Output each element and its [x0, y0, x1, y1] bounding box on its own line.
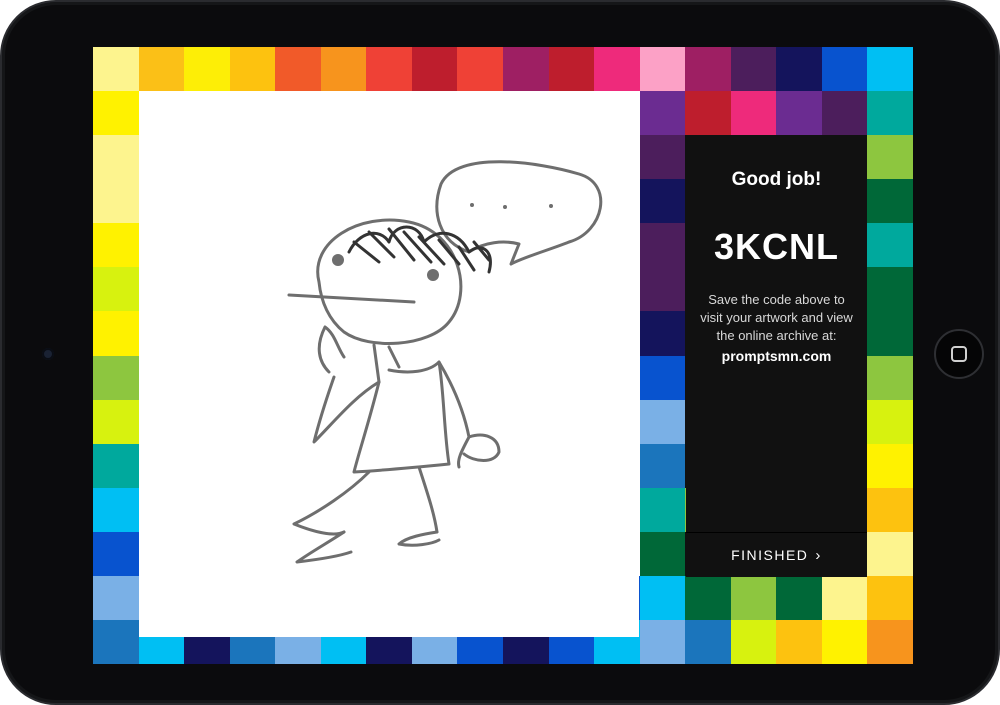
mosaic-tile: [639, 223, 686, 268]
mosaic-tile: [93, 179, 140, 224]
mosaic-tile: [639, 399, 686, 445]
result-panel: Good job! 3KCNL Save the code above to v…: [686, 136, 867, 532]
mosaic-tile: [867, 443, 913, 489]
mosaic-tile: [93, 487, 140, 533]
tablet-frame: Good job! 3KCNL Save the code above to v…: [0, 0, 1000, 705]
mosaic-tile: [867, 179, 913, 224]
mosaic-tile: [320, 47, 367, 92]
finished-label: FINISHED: [731, 547, 809, 563]
home-button-icon[interactable]: [934, 329, 984, 379]
mosaic-tile: [867, 355, 913, 401]
mosaic-tile: [639, 47, 686, 92]
mosaic-tile: [867, 311, 913, 356]
mosaic-tile: [639, 575, 686, 621]
mosaic-tile: [93, 47, 140, 92]
mosaic-tile: [93, 91, 140, 136]
mosaic-tile: [93, 619, 140, 664]
mosaic-tile: [639, 267, 686, 312]
mosaic-tile: [776, 575, 823, 621]
drawing-canvas[interactable]: [139, 92, 639, 637]
mosaic-tile: [867, 619, 913, 664]
mosaic-tile: [685, 47, 732, 92]
mosaic-tile: [639, 91, 686, 136]
mosaic-tile: [594, 47, 641, 92]
mosaic-tile: [867, 575, 913, 621]
mosaic-tile: [821, 619, 868, 664]
mosaic-tile: [275, 47, 322, 92]
app-screen: Good job! 3KCNL Save the code above to v…: [93, 47, 913, 664]
home-square-icon: [951, 346, 967, 362]
mosaic-tile: [411, 47, 458, 92]
mosaic-tile: [93, 443, 140, 489]
mosaic-tile: [867, 223, 913, 268]
mosaic-tile: [867, 47, 913, 92]
mosaic-tile: [639, 531, 686, 577]
mosaic-tile: [184, 47, 231, 92]
mosaic-tile: [821, 575, 868, 621]
mosaic-tile: [685, 575, 732, 621]
mosaic-tile: [776, 91, 823, 136]
mosaic-tile: [93, 575, 140, 621]
mosaic-tile: [685, 91, 732, 136]
mosaic-tile: [867, 531, 913, 577]
mosaic-tile: [821, 47, 868, 92]
mosaic-tile: [548, 47, 595, 92]
mosaic-tile: [639, 443, 686, 489]
mosaic-tile: [229, 47, 276, 92]
finished-button[interactable]: FINISHED ›: [686, 532, 867, 577]
mosaic-tile: [93, 355, 140, 401]
mosaic-tile: [776, 619, 823, 664]
mosaic-tile: [730, 91, 777, 136]
mosaic-tile: [639, 311, 686, 356]
archive-site-link[interactable]: promptsmn.com: [686, 348, 867, 364]
mosaic-tile: [93, 267, 140, 312]
mosaic-tile: [867, 399, 913, 445]
panel-title: Good job!: [731, 169, 822, 190]
mosaic-tile: [457, 47, 504, 92]
save-code-message: Save the code above to visit your artwor…: [700, 292, 853, 343]
mosaic-tile: [93, 135, 140, 180]
mosaic-tile: [639, 179, 686, 224]
mosaic-tile: [639, 487, 686, 533]
mosaic-tile: [730, 619, 777, 664]
mosaic-tile: [366, 47, 413, 92]
mosaic-tile: [730, 575, 777, 621]
chevron-right-icon: ›: [815, 546, 822, 564]
artwork-code: 3KCNL: [713, 226, 839, 267]
mosaic-tile: [93, 311, 140, 356]
mosaic-tile: [821, 91, 868, 136]
mosaic-tile: [503, 47, 550, 92]
mosaic-tile: [730, 47, 777, 92]
mosaic-tile: [685, 619, 732, 664]
mosaic-tile: [93, 223, 140, 268]
mosaic-tile: [639, 619, 686, 664]
mosaic-tile: [867, 267, 913, 312]
mosaic-tile: [867, 91, 913, 136]
mosaic-tile: [93, 531, 140, 577]
mosaic-tile: [867, 135, 913, 180]
mosaic-tile: [93, 399, 140, 445]
mosaic-tile: [639, 355, 686, 401]
user-drawing: [287, 160, 603, 564]
mosaic-tile: [138, 47, 185, 92]
mosaic-tile: [639, 135, 686, 180]
mosaic-tile: [867, 487, 913, 533]
camera-icon: [42, 348, 54, 360]
mosaic-tile: [776, 47, 823, 92]
